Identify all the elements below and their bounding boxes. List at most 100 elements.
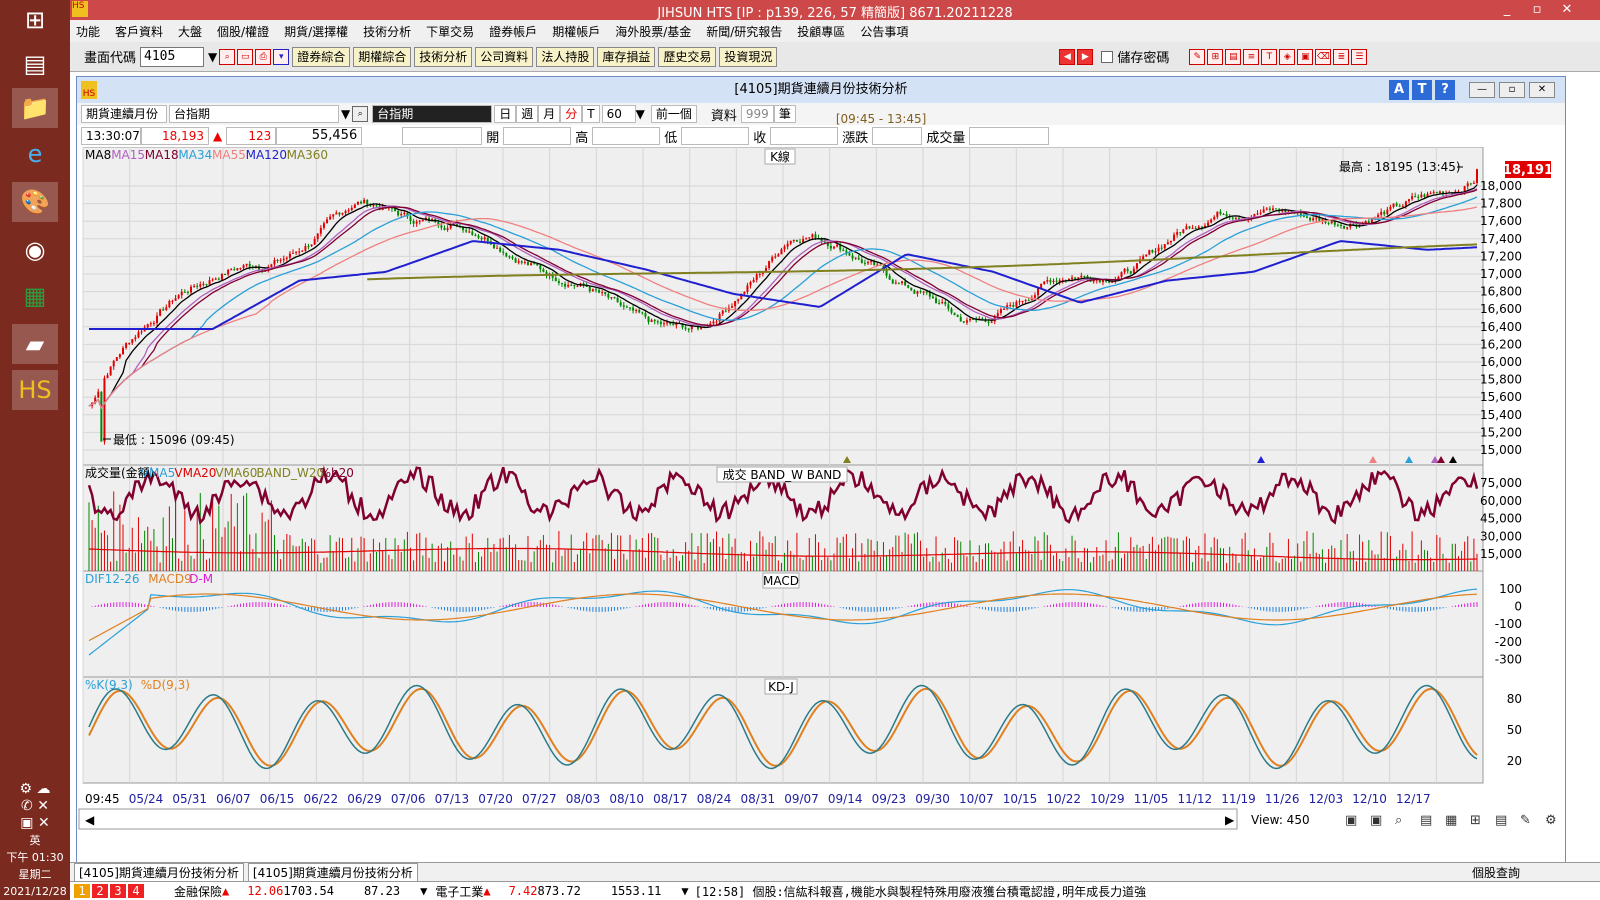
ticker-item-dropdown-icon[interactable]: ▼ [420, 884, 427, 898]
menu-item-2[interactable]: 大盤 [178, 23, 202, 40]
period-month-button[interactable]: 月 [538, 105, 561, 123]
data-unit-button[interactable]: 筆 [773, 105, 796, 123]
help-button[interactable]: ? [1435, 80, 1455, 100]
interval-dropdown-icon[interactable]: ▼ [636, 107, 645, 121]
symbol-input[interactable]: 台指期 [169, 105, 339, 123]
period-tick-button[interactable]: T [582, 105, 600, 123]
menu-item-11[interactable]: 投顧專區 [797, 23, 845, 40]
menu-item-7[interactable]: 證券帳戶 [489, 23, 537, 40]
menu-item-10[interactable]: 新聞/研究報告 [706, 23, 782, 40]
news-dropdown-icon[interactable]: ▼ [681, 884, 688, 898]
candle-body [588, 286, 591, 292]
minimize-button[interactable]: _ [1492, 0, 1522, 20]
symbol-dropdown-icon[interactable]: ▼ [341, 107, 350, 121]
candle-body [496, 247, 499, 249]
search-icon[interactable]: ⌕ [219, 48, 236, 65]
chart-area[interactable]: 18,000 17,800 17,600 17,400 17,200 17,000 16,8… [77, 147, 1565, 863]
screen-code-input[interactable]: 4105 [140, 46, 205, 67]
menu-item-1[interactable]: 客戶資料 [115, 23, 163, 40]
contract-select[interactable]: 期貨連續月份 [81, 105, 167, 123]
chrome-icon[interactable]: ◉ [12, 230, 58, 270]
menu-item-8[interactable]: 期權帳戶 [552, 23, 600, 40]
menu-item-6[interactable]: 下單交易 [426, 23, 474, 40]
child-close-button[interactable]: ✕ [1529, 82, 1555, 98]
jihsun-app-icon[interactable]: HS [12, 370, 58, 410]
screen-code-dropdown-icon[interactable]: ▼ [208, 50, 217, 64]
ticker-page-3[interactable]: 3 [110, 884, 126, 898]
ticker-page-2[interactable]: 2 [92, 884, 108, 898]
candle-body [1213, 216, 1216, 220]
ime-lang[interactable]: 英 [0, 832, 70, 849]
candle-body [1327, 222, 1330, 224]
candle-body [159, 309, 162, 316]
candle-body [477, 235, 480, 238]
quick-button-3[interactable]: 公司資料 [475, 47, 534, 67]
previous-button[interactable]: 前一個 [650, 105, 697, 123]
x-label: 09/14 [828, 792, 863, 806]
quick-button-4[interactable]: 法人持股 [536, 47, 595, 67]
stock-query-label[interactable]: 個股查詢 [1472, 864, 1520, 881]
quick-button-0[interactable]: 證券綜合 [292, 47, 351, 67]
menu-item-0[interactable]: 功能 [76, 23, 100, 40]
quick-button-5[interactable]: 庫存損益 [597, 47, 656, 67]
app-title: JIHSUN HTS [IP : p139, 226, 57 精簡版] 8671… [657, 6, 1013, 21]
text-button[interactable]: T [1412, 80, 1432, 100]
candle-body [183, 291, 186, 293]
candle-body [137, 332, 140, 338]
ticker-page-1[interactable]: 1 [74, 884, 90, 898]
child-minimize-button[interactable]: — [1469, 82, 1495, 98]
candle-body [1071, 277, 1074, 279]
data-count-input[interactable]: 999 [740, 105, 774, 123]
toolbar-tool-icons[interactable]: ✎ ⊞ ▤ ≡ T ◈ ▣ ⌫ ≣ ☰ [1187, 48, 1368, 65]
nav-arrow-icons[interactable]: ◀ ▶ [1057, 48, 1094, 65]
x-label: 08/31 [741, 792, 776, 806]
period-minute-button[interactable]: 分 [560, 105, 583, 123]
candle-body [999, 309, 1002, 314]
x-label: 11/05 [1134, 792, 1169, 806]
print-icon[interactable]: ⎙ [255, 48, 272, 65]
alert-button[interactable]: A [1389, 80, 1409, 100]
notes-icon[interactable]: ▰ [12, 324, 58, 364]
menu-item-4[interactable]: 期貨/選擇權 [284, 23, 348, 40]
status-bar: [4105]期貨連續月份技術分析 [4105]期貨連續月份技術分析 個股查詢 [70, 862, 1600, 882]
save-password-checkbox[interactable] [1101, 50, 1114, 63]
ticker-page-4[interactable]: 4 [128, 884, 144, 898]
period-week-button[interactable]: 週 [516, 105, 539, 123]
quick-button-1[interactable]: 期權綜合 [353, 47, 412, 67]
close-button[interactable]: ✕ [1552, 0, 1582, 20]
symbol-search-icon[interactable]: ⌕ [352, 106, 369, 122]
candle-body [1157, 247, 1160, 252]
price-tick: 15,600 [1480, 390, 1522, 404]
excel-icon[interactable]: ▦ [12, 276, 58, 316]
window-tab-2[interactable]: [4105]期貨連續月份技術分析 [247, 862, 418, 882]
quick-button-6[interactable]: 歷史交易 [658, 47, 717, 67]
restore-button[interactable]: ▫ [1522, 0, 1552, 20]
paint-icon[interactable]: 🎨 [12, 182, 58, 222]
menu-item-5[interactable]: 技術分析 [363, 23, 411, 40]
candle-body [610, 297, 613, 299]
candle-body [146, 324, 149, 328]
menu-item-9[interactable]: 海外股票/基金 [615, 23, 691, 40]
ie-icon[interactable]: e [12, 134, 58, 174]
chart-tool-icon-3: ▤ [1420, 813, 1432, 828]
candle-body [1346, 227, 1349, 229]
horizontal-scrollbar [78, 808, 1238, 830]
folder-icon[interactable]: ▭ [237, 48, 254, 65]
quick-button-2[interactable]: 技術分析 [414, 47, 473, 67]
file-explorer-icon[interactable]: 📁 [12, 88, 58, 128]
menu-item-12[interactable]: 公告事項 [860, 23, 908, 40]
candle-body [152, 322, 155, 324]
desktop-icon[interactable]: ▤ [12, 44, 58, 84]
x-label: 06/15 [260, 792, 295, 806]
quick-button-7[interactable]: 投資現況 [719, 47, 778, 67]
more-dropdown-icon[interactable]: ▾ [273, 48, 290, 65]
candle-body [397, 210, 400, 216]
windows-start-icon[interactable]: ⊞ [12, 0, 58, 40]
chart-controls: 期貨連續月份 台指期 ▼ ⌕ 台指期 日 週 月 分 T 60 ▼ 前一個 資料… [77, 103, 1565, 126]
window-tab-1[interactable]: [4105]期貨連續月份技術分析 [74, 862, 244, 882]
child-restore-button[interactable]: ▫ [1499, 82, 1525, 98]
interval-select[interactable]: 60 [601, 105, 636, 123]
menu-item-3[interactable]: 個股/權證 [217, 23, 269, 40]
period-day-button[interactable]: 日 [494, 105, 517, 123]
tray-icons[interactable]: ⚙ ☁ ✆ ✕ ▣ ✕ [0, 781, 70, 832]
